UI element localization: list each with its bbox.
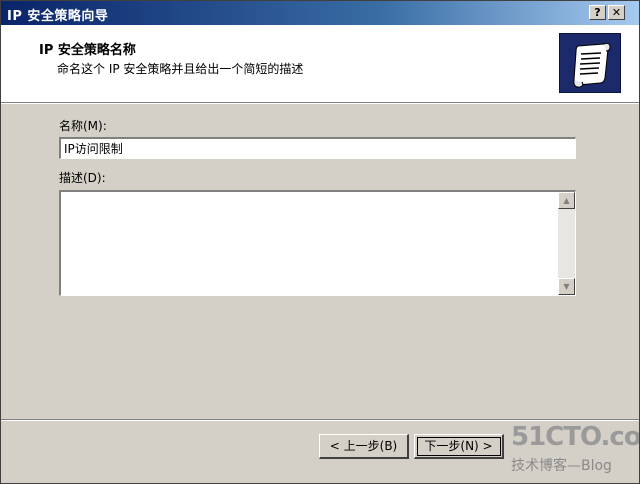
wizard-header: IP 安全策略名称 命名这个 IP 安全策略并且给出一个简短的描述 (1, 25, 639, 103)
window-title: IP 安全策略向导 (7, 9, 109, 24)
description-scrollbar[interactable]: ▲ ▼ (558, 192, 575, 295)
name-input[interactable] (59, 137, 576, 159)
header-subtitle: 命名这个 IP 安全策略并且给出一个简短的描述 (57, 62, 304, 76)
name-label: 名称(M): (59, 119, 107, 133)
header-divider (1, 103, 639, 104)
wizard-dialog: IP 安全策略向导 ? ✕ IP 安全策略名称 命名这个 IP 安全策略并且给出… (0, 0, 640, 484)
watermark-logo: 51CTO.com (511, 422, 640, 452)
help-button[interactable]: ? (589, 5, 606, 20)
description-textarea[interactable]: ▲ ▼ (59, 190, 576, 296)
header-title: IP 安全策略名称 (39, 43, 136, 58)
watermark-subtitle: 技术博客—Blog (511, 458, 612, 474)
scroll-document-icon (559, 33, 621, 93)
next-button[interactable]: 下一步(N) > (414, 434, 504, 459)
back-button[interactable]: < 上一步(B) (319, 434, 409, 459)
title-bar[interactable]: IP 安全策略向导 ? ✕ (1, 1, 639, 25)
footer-separator (1, 419, 639, 421)
close-button[interactable]: ✕ (608, 5, 625, 20)
scroll-down-arrow-icon[interactable]: ▼ (558, 278, 575, 295)
scroll-up-arrow-icon[interactable]: ▲ (558, 192, 575, 209)
description-label: 描述(D): (59, 171, 106, 185)
